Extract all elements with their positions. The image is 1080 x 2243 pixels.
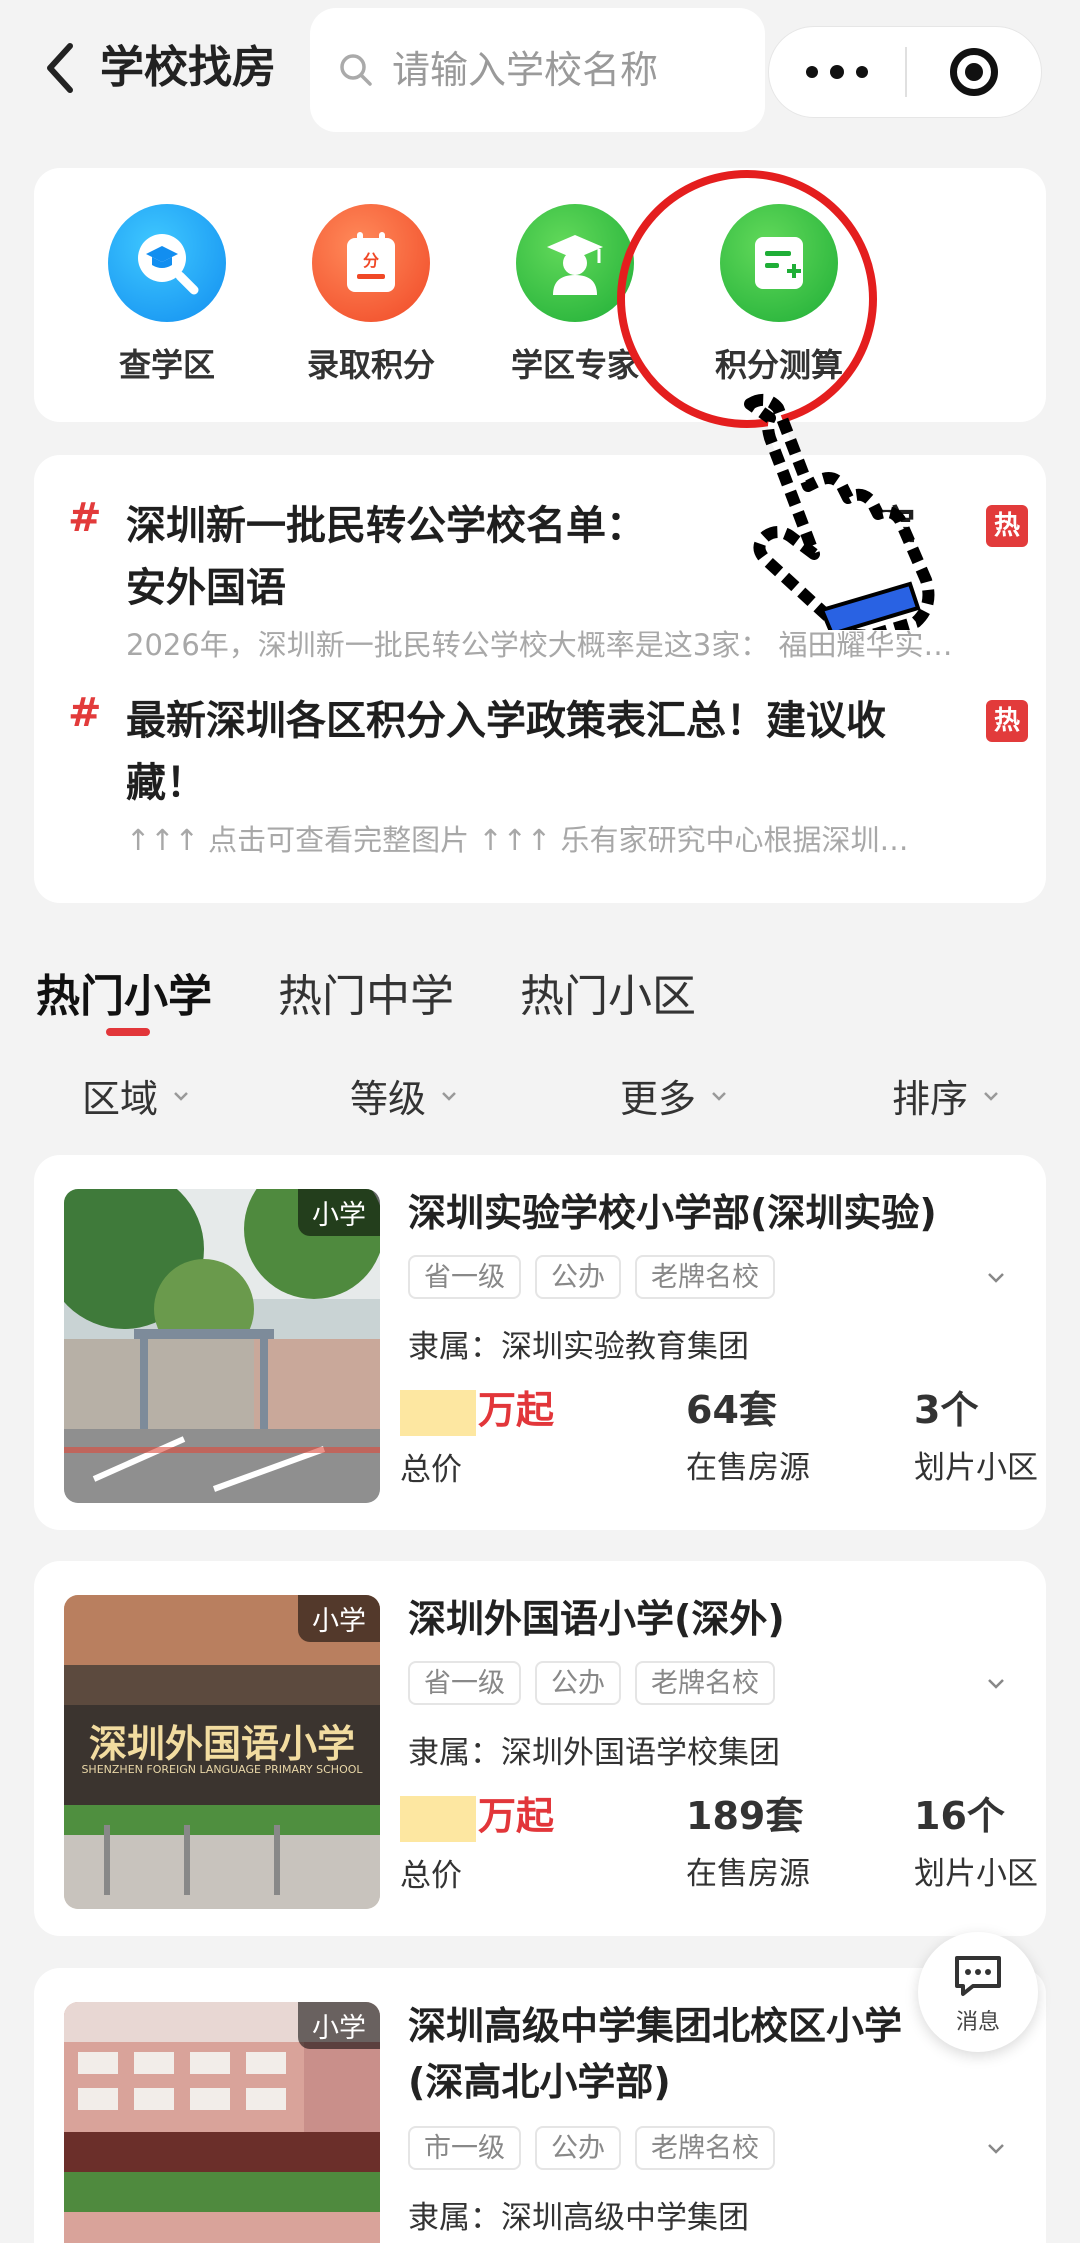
school-card[interactable]: 小学 深圳实验学校小学部(深圳实验) 省一级 公办 老牌名校 隶属：深圳实验教育… [34,1155,1046,1530]
photo-sign-text: 深圳外国语小学 [88,1722,355,1766]
stat-label: 在售房源 [686,1856,810,1892]
stat-listings: 64套 在售房源 [686,1379,810,1487]
page-title: 学校找房 [100,42,276,93]
message-icon [955,1956,1001,1996]
score-calendar-icon: 分 [312,204,430,322]
filter-level[interactable]: 等级 [350,1068,458,1123]
quick-entry-admission-score[interactable]: 分 录取积分 [286,204,456,386]
chevron-down-icon [712,1091,726,1101]
tab-hot-community[interactable]: 热门小区 [520,960,696,1024]
school-photo: 小学 [64,2002,380,2243]
back-arrow-icon[interactable] [40,38,80,98]
search-box[interactable] [310,8,765,132]
chevron-down-icon [984,1091,998,1101]
school-affiliation: 隶属：深圳实验教育集团 [408,1329,749,1365]
stat-communities: 3个 划片小区 [914,1379,1038,1487]
filter-label: 排序 [892,1077,969,1121]
school-card[interactable]: 小学 深圳高级中学集团北校区小学 (深高北小学部) 市一级 公办 老牌名校 隶属：… [34,1968,1046,2243]
school-stats: 万起 总价 189套 在售房源 16个 划片小区 [400,1785,1038,1895]
stat-label: 总价 [400,1857,462,1894]
tag: 市一级 [408,2126,521,2170]
message-label: 消息 [955,2010,1000,2035]
school-affiliation: 隶属：深圳外国语学校集团 [408,1735,780,1771]
stat-value: 16个 [914,1794,1005,1838]
chevron-down-icon[interactable] [984,1265,1008,1289]
stat-label: 划片小区 [914,1856,1038,1892]
stat-value: 189套 [686,1794,804,1838]
tag: 公办 [535,2126,621,2170]
message-button[interactable]: 消息 [918,1932,1038,2052]
tag-row: 省一级 公办 老牌名校 [408,1255,789,1299]
filter-bar: 区域 等级 更多 排序 [0,1068,1080,1128]
photo-badge: 小学 [298,2002,380,2049]
price-mask [400,1389,476,1436]
hot-badge: 热 [986,505,1028,547]
chevron-down-icon [174,1091,188,1101]
tag: 老牌名校 [635,1661,775,1705]
school-name: 深圳外国语小学(深外) [408,1597,785,1641]
stat-value: 64套 [686,1388,777,1432]
tag: 省一级 [408,1661,521,1705]
quick-entry-label: 录取积分 [306,346,435,384]
school-stats: 万起 总价 64套 在售房源 3个 划片小区 [400,1379,1038,1489]
price-unit: 万起 [478,1388,555,1432]
quick-entry-panel: 查学区 分 录取积分 学区专家 积分测算 [34,168,1046,422]
photo-badge: 小学 [298,1595,380,1642]
tag: 公办 [535,1255,621,1299]
filter-more[interactable]: 更多 [620,1068,728,1123]
stat-value: 3个 [914,1388,979,1432]
stat-listings: 189套 在售房源 [686,1785,810,1893]
photo-badge: 小学 [298,1189,380,1236]
tag-row: 市一级 公办 老牌名校 [408,2126,789,2170]
school-card[interactable]: 深圳外国语小学 SHENZHEN FOREIGN LANGUAGE PRIMAR… [34,1561,1046,1936]
quick-entry-check-district[interactable]: 查学区 [82,204,252,386]
filter-label: 等级 [350,1077,427,1121]
school-name: 深圳实验学校小学部(深圳实验) [408,1191,937,1235]
pointing-hand-cursor-icon [744,393,935,630]
stat-price: 万起 总价 [400,1379,554,1489]
price-mask [400,1795,476,1842]
hashtag-icon: # [68,690,102,736]
top-bar: 学校找房 [0,0,1080,150]
more-options-icon[interactable] [769,26,905,118]
hashtag-icon: # [68,495,102,541]
school-search-icon [108,204,226,322]
tag: 老牌名校 [635,2126,775,2170]
mini-program-capsule [768,26,1042,118]
tag: 老牌名校 [635,1255,775,1299]
stat-label: 总价 [400,1451,462,1488]
filter-district[interactable]: 区域 [82,1068,190,1123]
tag: 省一级 [408,1255,521,1299]
chevron-down-icon[interactable] [984,1671,1008,1695]
quick-entry-label: 查学区 [118,346,215,384]
search-icon [340,54,372,86]
stat-communities: 16个 划片小区 [914,1785,1038,1893]
close-miniprogram-icon[interactable] [907,26,1041,118]
tab-hot-middle[interactable]: 热门中学 [278,960,454,1024]
stat-price: 万起 总价 [400,1785,554,1895]
stat-label: 在售房源 [686,1450,810,1486]
chevron-down-icon [442,1091,456,1101]
tab-hot-primary[interactable]: 热门小学 [36,960,212,1024]
price-unit: 万起 [478,1794,555,1838]
stat-label: 划片小区 [914,1450,1038,1486]
filter-sort[interactable]: 排序 [892,1068,1000,1123]
search-input[interactable] [392,48,752,92]
school-photo: 深圳外国语小学 SHENZHEN FOREIGN LANGUAGE PRIMAR… [64,1595,380,1909]
tag-row: 省一级 公办 老牌名校 [408,1661,789,1705]
filter-label: 区域 [82,1077,159,1121]
hot-badge: 热 [986,700,1028,742]
photo-sign-english: SHENZHEN FOREIGN LANGUAGE PRIMARY SCHOOL [81,1763,363,1776]
school-affiliation: 隶属：深圳高级中学集团 [408,2200,749,2236]
news-title: 最新深圳各区积分入学政策表汇总！建议收 藏！ [126,698,886,806]
chevron-down-icon[interactable] [984,2136,1008,2160]
school-photo: 小学 [64,1189,380,1503]
active-tab-indicator [106,1028,150,1036]
filter-label: 更多 [620,1077,697,1121]
news-subtitle: ↑↑↑ 点击可查看完整图片 ↑↑↑ 乐有家研究中心根据深圳… [126,823,909,857]
svg-text:分: 分 [363,251,379,270]
tag: 公办 [535,1661,621,1705]
